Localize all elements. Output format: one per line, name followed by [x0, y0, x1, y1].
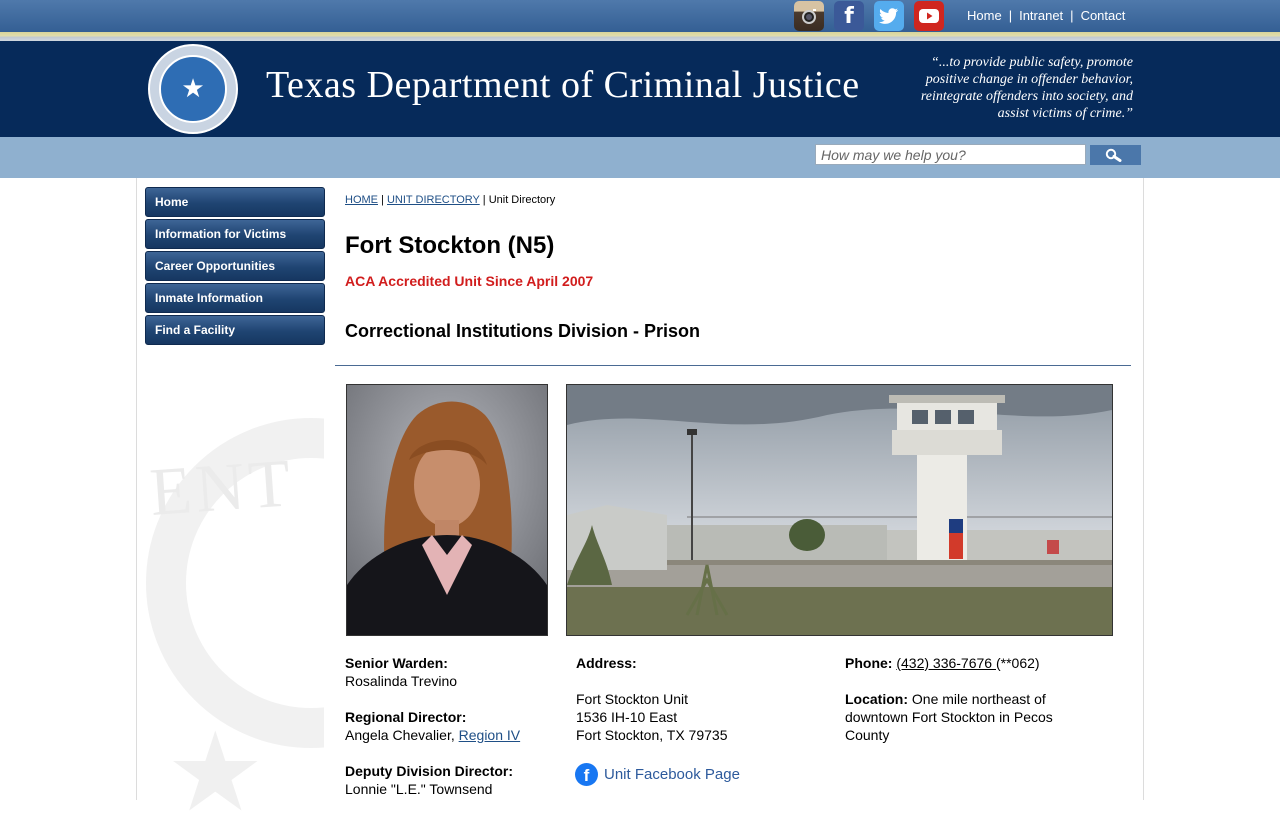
unit-facebook-link[interactable]: f Unit Facebook Page [575, 763, 740, 786]
phone-label: Phone: [845, 655, 893, 671]
search-input[interactable] [815, 144, 1086, 165]
sidebar-item-victims[interactable]: Information for Victims [145, 219, 325, 249]
division-heading: Correctional Institutions Division - Pri… [345, 321, 701, 341]
site-header: ★ Texas Department of Criminal Justice “… [0, 41, 1280, 137]
address-line: 1536 IH-10 East [576, 709, 678, 725]
mission-line: positive change in offender behavior, [925, 72, 1133, 87]
mission-line: “...to provide public safety, promote [931, 55, 1133, 70]
warden-portrait [346, 384, 548, 636]
seal-center: ★ [159, 55, 227, 123]
region-link[interactable]: Region IV [459, 727, 520, 743]
instagram-icon[interactable] [794, 1, 824, 31]
accreditation-note: ACA Accredited Unit Since April 2007 [345, 273, 594, 289]
phone-link[interactable]: (432) 336-7676 [896, 655, 996, 671]
location-text: One mile northeast of [911, 691, 1046, 707]
header-accent-strip [0, 32, 1280, 41]
sidebar-item-inmate-info[interactable]: Inmate Information [145, 283, 325, 313]
location-text: County [845, 727, 890, 743]
separator: | [1070, 8, 1074, 23]
address-line: Fort Stockton Unit [576, 691, 689, 707]
contact-info: Phone: (432) 336-7676 (**062) Location: … [845, 654, 1053, 744]
senior-warden-label: Senior Warden: [345, 655, 448, 671]
twitter-icon[interactable] [874, 1, 904, 31]
facebook-icon: f [575, 763, 598, 786]
breadcrumb-unit-directory[interactable]: UNIT DIRECTORY [387, 194, 480, 206]
seal-watermark: ENT ★ [146, 418, 324, 818]
sidebar-item-home[interactable]: Home [145, 187, 325, 217]
location-label: Location: [845, 691, 908, 707]
facebook-icon[interactable]: f [834, 1, 864, 31]
sidebar-item-find-facility[interactable]: Find a Facility [145, 315, 325, 345]
star-icon: ★ [181, 74, 205, 104]
deputy-director-label: Deputy Division Director: [345, 763, 514, 779]
magnifier-icon [1105, 148, 1122, 162]
utility-nav: Home | Intranet | Contact [967, 8, 1125, 23]
separator: | [1008, 8, 1013, 23]
breadcrumb-home[interactable]: HOME [345, 194, 378, 206]
address-label: Address: [576, 655, 637, 671]
mission-line: assist victims of crime.” [997, 106, 1133, 121]
deputy-director-name: Lonnie "L.E." Townsend [345, 781, 493, 797]
address-info: Address: Fort Stockton Unit 1536 IH-10 E… [576, 654, 728, 744]
breadcrumb-current: Unit Directory [488, 194, 556, 206]
facebook-link-label: Unit Facebook Page [604, 766, 740, 783]
unit-facility-photo [566, 384, 1113, 636]
phone-extension: (**062) [995, 655, 1040, 671]
breadcrumb: HOME | UNIT DIRECTORY | Unit Directory [345, 194, 556, 206]
regional-director-label: Regional Director: [345, 709, 467, 725]
tdcj-seal-logo[interactable]: ★ [148, 44, 238, 134]
sidebar-item-careers[interactable]: Career Opportunities [145, 251, 325, 281]
top-link-contact[interactable]: Contact [1081, 8, 1126, 23]
site-title: Texas Department of Criminal Justice [266, 64, 860, 106]
mission-line: reintegrate offenders into society, and [920, 89, 1133, 104]
location-text: downtown Fort Stockton in Pecos [845, 709, 1053, 725]
regional-director-name: Angela Chevalier, [345, 727, 455, 743]
mission-statement: “...to provide public safety, promote po… [893, 54, 1133, 122]
search-band [0, 137, 1280, 178]
address-line: Fort Stockton, TX 79735 [576, 727, 728, 743]
divider [335, 365, 1131, 366]
staff-info: Senior Warden: Rosalinda Trevino Regiona… [345, 654, 520, 798]
top-link-intranet[interactable]: Intranet [1019, 8, 1063, 23]
youtube-icon[interactable] [914, 1, 944, 31]
senior-warden-name: Rosalinda Trevino [345, 673, 458, 689]
search-button[interactable] [1090, 145, 1141, 165]
page-title: Fort Stockton (N5) [345, 232, 555, 259]
top-link-home[interactable]: Home [967, 8, 1002, 23]
